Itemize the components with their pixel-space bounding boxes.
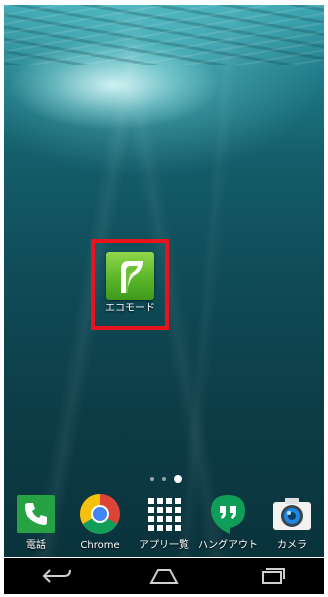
eco-mode-label: エコモード — [105, 303, 155, 314]
chrome-icon[interactable] — [78, 492, 122, 536]
navigation-bar — [4, 558, 324, 594]
home-icon[interactable] — [139, 561, 189, 591]
eco-mode-app-shortcut[interactable]: エコモード — [95, 243, 165, 326]
water-surface — [4, 5, 324, 65]
recent-apps-icon[interactable] — [246, 561, 296, 591]
page-dot-active — [174, 475, 182, 483]
page-dot — [162, 477, 166, 481]
app-drawer-icon[interactable] — [142, 492, 186, 536]
dock-item-camera[interactable]: カメラ — [262, 492, 322, 552]
dock-label: ハングアウト — [198, 540, 258, 551]
eco-mode-battery-icon[interactable] — [106, 252, 154, 300]
hangouts-icon[interactable] — [206, 492, 250, 536]
dock-label: Chrome — [80, 540, 120, 551]
dock-item-chrome[interactable]: Chrome — [70, 492, 130, 552]
phone-icon[interactable] — [14, 492, 58, 536]
page-indicator — [150, 474, 182, 484]
back-icon[interactable] — [32, 561, 82, 591]
dock-item-hangouts[interactable]: ハングアウト — [198, 492, 258, 552]
dock-label: アプリ一覧 — [139, 540, 189, 551]
dock-item-app-drawer[interactable]: アプリ一覧 — [134, 492, 194, 552]
dock: 電話 Chrome アプリ一覧 ハングアウト カメラ — [4, 492, 324, 558]
camera-icon[interactable] — [270, 492, 314, 536]
dock-label: カメラ — [277, 540, 307, 551]
dock-item-phone[interactable]: 電話 — [6, 492, 66, 552]
phone-screen: エコモード 電話 Chrome アプリ一覧 ハングアウト カメラ — [0, 0, 328, 597]
page-dot — [150, 477, 154, 481]
dock-label: 電話 — [26, 540, 46, 551]
